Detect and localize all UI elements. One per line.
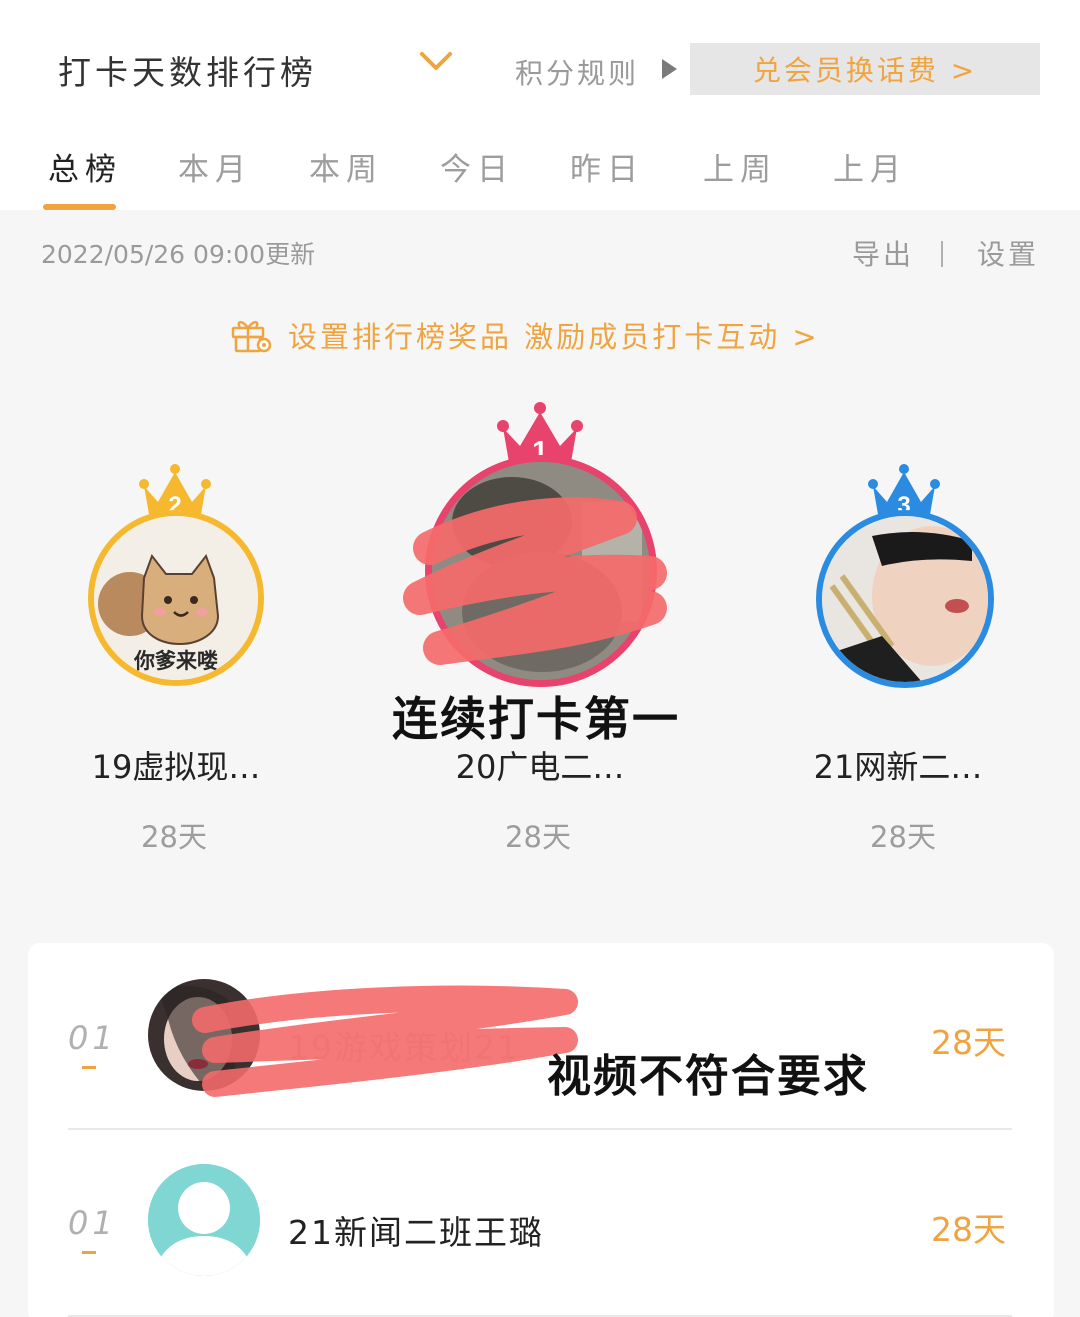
update-timestamp: 2022/05/26 09:00更新 <box>41 240 316 269</box>
rank-marker <box>82 1251 96 1254</box>
list-rank: 01 <box>68 1019 117 1057</box>
podium-name-rank-3: 21网新二… <box>813 748 983 786</box>
prize-promo-link[interactable]: 设置排行榜奖品 激励成员打卡互动 > <box>230 314 820 356</box>
cat-meme-avatar-icon: 你爹来喽 <box>94 516 258 680</box>
page-title[interactable]: 打卡天数排行榜 <box>58 46 317 94</box>
redeem-membership-button[interactable]: 兑会员换话费 > <box>690 43 1040 95</box>
chevron-down-icon[interactable] <box>418 48 454 76</box>
redaction-scribble <box>192 985 578 1097</box>
play-arrow-icon[interactable] <box>660 58 678 80</box>
tab-total[interactable]: 总榜 <box>48 144 122 189</box>
handwritten-caption-list: 视频不符合要求 <box>547 1051 869 1102</box>
avatar-rank-2[interactable]: 你爹来喽 <box>88 510 264 686</box>
avatar-rank-3[interactable] <box>816 510 994 688</box>
tab-today[interactable]: 今日 <box>440 144 514 189</box>
redaction-scribble <box>403 497 667 665</box>
podium-days-rank-1: 28天 <box>505 820 571 854</box>
tab-last-month[interactable]: 上月 <box>833 144 907 189</box>
podium-days-rank-2: 28天 <box>141 820 207 854</box>
export-button[interactable]: 导出 <box>852 233 914 273</box>
tab-last-week[interactable]: 上周 <box>703 144 777 189</box>
settings-button[interactable]: 设置 <box>977 233 1039 273</box>
handwritten-caption-podium: 连续打卡第一 <box>392 692 680 746</box>
list-name: 21新闻二班王璐 <box>288 1213 544 1252</box>
avatar-caption: 你爹来喽 <box>133 649 218 673</box>
default-user-icon <box>148 1164 260 1276</box>
podium-name-rank-2: 19虚拟现… <box>91 748 261 786</box>
points-rules-link[interactable]: 积分规则 <box>515 52 639 92</box>
period-tabs: 总榜 本月 本周 今日 昨日 上周 上月 <box>0 140 1080 210</box>
promo-text: 设置排行榜奖品 激励成员打卡互动 > <box>288 320 820 354</box>
action-divider <box>941 241 943 267</box>
list-item[interactable]: 01 21新闻二班王璐 28天 <box>28 1130 1054 1317</box>
rank-marker <box>82 1066 96 1069</box>
active-tab-indicator <box>43 204 116 210</box>
avatar[interactable] <box>148 1164 260 1276</box>
list-rank: 01 <box>68 1204 117 1242</box>
podium-days-rank-3: 28天 <box>870 820 936 854</box>
list-days: 28天 <box>931 1023 1006 1062</box>
list-days: 28天 <box>931 1210 1006 1249</box>
tab-this-month[interactable]: 本月 <box>178 144 252 189</box>
gift-icon <box>231 321 272 353</box>
tab-yesterday[interactable]: 昨日 <box>570 144 644 189</box>
tab-this-week[interactable]: 本周 <box>309 144 383 189</box>
header-bar: 打卡天数排行榜 积分规则 兑会员换话费 > 总榜 本月 本周 今日 昨日 上周 … <box>0 0 1080 210</box>
photo-avatar-icon <box>822 516 988 682</box>
